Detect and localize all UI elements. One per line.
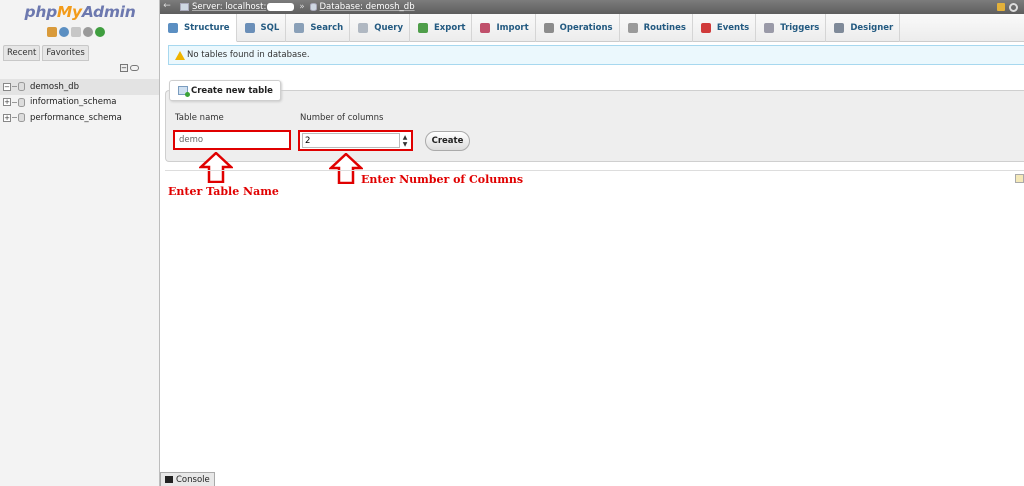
breadcrumb: ← Server: localhost: » Database: demosh_…	[160, 0, 1024, 14]
tab-operations[interactable]: Operations	[536, 14, 620, 42]
phpmyadmin-logo[interactable]: phpMyAdmin	[0, 3, 160, 21]
server-icon	[180, 3, 189, 11]
tab-designer[interactable]: Designer	[826, 14, 901, 42]
sql-icon	[244, 23, 255, 33]
database-icon	[18, 113, 25, 123]
tab-label: Triggers	[780, 23, 820, 33]
collapse-all-icon[interactable]: −	[120, 64, 128, 72]
redacted-port	[267, 3, 295, 11]
tab-import[interactable]: Import	[472, 14, 536, 42]
events-icon	[700, 23, 711, 33]
num-columns-label: Number of columns	[300, 113, 384, 123]
console-icon	[165, 476, 173, 483]
notice-message: No tables found in database.	[168, 45, 1024, 65]
up-arrow-icon	[199, 152, 233, 183]
db-item-demosh-db[interactable]: − demosh_db	[0, 79, 159, 95]
stepper-icon[interactable]: ▲ ▼	[401, 134, 409, 148]
annotation-table-name: Enter Table Name	[168, 185, 279, 198]
console-toggle[interactable]: Console	[160, 472, 215, 486]
divider	[165, 170, 1024, 171]
notice-text: No tables found in database.	[187, 50, 310, 60]
database-tree: − demosh_db + information_schema + perfo…	[0, 79, 159, 126]
main-tabs: Structure SQL Search Query Export Import Opera…	[160, 14, 1024, 42]
tab-search[interactable]: Search	[286, 14, 351, 42]
tab-export[interactable]: Export	[410, 14, 473, 42]
up-arrow-icon	[329, 153, 363, 184]
tab-label: Events	[716, 23, 750, 33]
import-icon	[480, 23, 491, 33]
link-with-main-icon[interactable]	[130, 65, 139, 71]
breadcrumb-separator: »	[299, 2, 305, 12]
lock-icon[interactable]	[997, 2, 1005, 11]
structure-icon	[168, 22, 178, 33]
collapse-icon[interactable]: −	[3, 82, 11, 91]
tab-favorites[interactable]: Favorites	[42, 45, 89, 61]
create-table-legend: Create new table	[169, 80, 281, 101]
expand-icon[interactable]: +	[3, 113, 11, 122]
tab-routines[interactable]: Routines	[620, 14, 693, 42]
navigation-panel: phpMyAdmin Recent Favorites − − demosh_d…	[0, 0, 160, 486]
table-name-input[interactable]	[173, 130, 291, 150]
triggers-icon	[764, 23, 775, 33]
num-columns-input[interactable]	[302, 133, 400, 148]
expand-icon[interactable]: +	[3, 98, 11, 107]
exit-icon[interactable]	[59, 27, 69, 37]
tree-controls: −	[120, 64, 139, 72]
db-item-performance-schema[interactable]: + performance_schema	[0, 110, 159, 126]
db-name[interactable]: demosh_db	[30, 82, 79, 92]
db-name[interactable]: performance_schema	[30, 113, 122, 123]
tab-label: Designer	[850, 23, 894, 33]
tab-triggers[interactable]: Triggers	[756, 14, 827, 42]
create-table-fieldset	[165, 90, 1024, 162]
tab-sql[interactable]: SQL	[237, 14, 287, 42]
num-columns-field: ▲▼	[298, 130, 413, 151]
collapse-nav-icon[interactable]: ←	[160, 0, 174, 14]
tab-label: Export	[434, 23, 466, 33]
tab-label: Routines	[643, 23, 686, 33]
tab-query[interactable]: Query	[350, 14, 410, 42]
nav-icon-bar	[47, 27, 105, 37]
table-name-label: Table name	[175, 113, 224, 123]
query-icon	[358, 23, 369, 33]
reload-icon[interactable]	[95, 27, 105, 37]
create-button[interactable]: Create	[425, 131, 470, 151]
search-icon	[294, 23, 305, 33]
docs-icon[interactable]	[71, 27, 81, 37]
db-name[interactable]: information_schema	[30, 97, 117, 107]
tab-label: Import	[496, 23, 529, 33]
tab-events[interactable]: Events	[693, 14, 757, 42]
operations-icon	[543, 23, 554, 33]
warning-icon	[175, 50, 185, 60]
breadcrumb-database[interactable]: Database: demosh_db	[320, 2, 415, 12]
designer-icon	[834, 23, 845, 33]
nav-tabs: Recent Favorites	[3, 45, 89, 61]
database-icon	[18, 82, 25, 92]
tab-label: SQL	[260, 23, 280, 33]
tab-label: Query	[374, 23, 403, 33]
export-icon	[418, 23, 428, 33]
database-icon	[18, 97, 25, 107]
settings-icon[interactable]	[83, 27, 93, 37]
routines-icon	[627, 23, 638, 33]
home-icon[interactable]	[47, 27, 57, 37]
db-item-information-schema[interactable]: + information_schema	[0, 95, 159, 111]
tab-recent[interactable]: Recent	[3, 45, 41, 61]
tab-label: Structure	[184, 22, 230, 33]
tab-structure[interactable]: Structure	[160, 14, 237, 42]
tab-label: Operations	[559, 23, 613, 33]
annotation-num-columns: Enter Number of Columns	[361, 173, 524, 186]
page-settings-icon[interactable]	[1015, 174, 1024, 183]
new-table-icon	[178, 86, 190, 97]
breadcrumb-server[interactable]: Server: localhost:	[192, 2, 266, 12]
database-icon	[309, 3, 317, 11]
tab-label: Search	[310, 23, 344, 33]
gear-icon[interactable]	[1009, 2, 1018, 12]
